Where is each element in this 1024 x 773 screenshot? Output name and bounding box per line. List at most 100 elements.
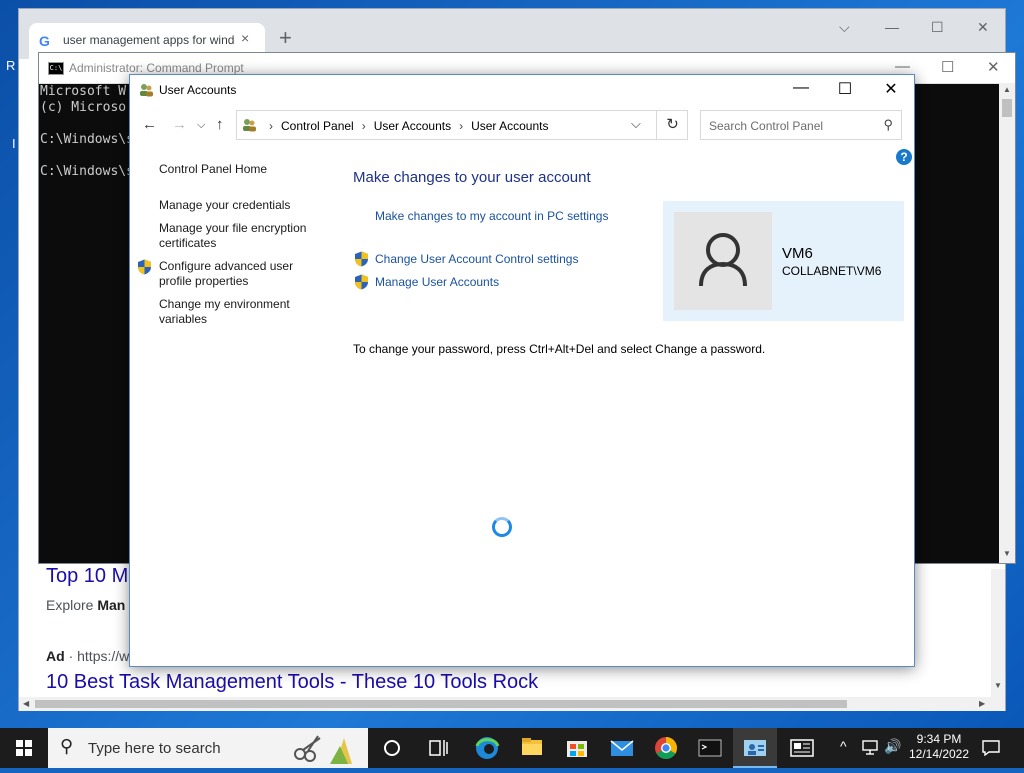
taskbar-command-prompt[interactable]: [688, 728, 732, 768]
ua-title-bar[interactable]: User Accounts — ☐ ✕: [130, 75, 914, 105]
sidebar-manage-credentials[interactable]: Manage your credentials: [159, 198, 290, 213]
ua-close-button[interactable]: ✕: [868, 79, 914, 99]
windows-logo-icon: [16, 740, 32, 756]
taskbar-mail[interactable]: [600, 728, 644, 768]
uac-shield-icon: [138, 259, 151, 275]
notification-icon[interactable]: [982, 740, 1000, 756]
folder-icon: [522, 738, 542, 755]
cmd-maximize-button[interactable]: ☐: [941, 58, 954, 76]
task-view-button[interactable]: [416, 728, 460, 768]
user-accounts-icon: [744, 740, 766, 756]
cmd-line-1: Microsoft W: [40, 84, 127, 99]
breadcrumb-separator: ›: [459, 119, 464, 133]
snippet-bold: Man: [97, 597, 126, 613]
taskbar-edge[interactable]: [465, 728, 509, 768]
search-input[interactable]: [707, 116, 877, 136]
taskbar: ⚲ Type here to search ^ 🔊 9:34 PM 12/14/…: [0, 728, 1024, 768]
taskbar-search-placeholder: Type here to search: [88, 740, 221, 757]
browser-maximize-button[interactable]: ☐: [931, 19, 944, 36]
sidebar-environment-variables-line-1: Change my environment: [159, 297, 290, 311]
scroll-left-arrow-icon[interactable]: ◀: [23, 699, 29, 708]
taskbar-chrome[interactable]: [644, 728, 688, 768]
search-result-title-2[interactable]: 10 Best Task Management Tools - These 10…: [46, 671, 538, 694]
sidebar-environment-variables[interactable]: Change my environment variables: [159, 297, 290, 327]
browser-minimize-button[interactable]: —: [885, 19, 899, 35]
sidebar-control-panel-home[interactable]: Control Panel Home: [159, 162, 267, 177]
breadcrumb-user-accounts-current[interactable]: User Accounts: [471, 119, 548, 133]
chrome-icon: [655, 737, 677, 759]
new-tab-button[interactable]: +: [279, 25, 292, 51]
ad-url[interactable]: https://w: [77, 648, 129, 664]
uac-shield-icon: [355, 274, 368, 290]
scroll-down-arrow-icon[interactable]: ▼: [994, 681, 1002, 690]
sidebar-advanced-profile-line-2: profile properties: [159, 274, 249, 288]
ad-label: Ad: [46, 648, 65, 664]
password-note: To change your password, press Ctrl+Alt+…: [353, 342, 766, 356]
sidebar-file-encryption[interactable]: Manage your file encryption certificates: [159, 221, 306, 251]
taskbar-store[interactable]: [555, 728, 599, 768]
address-bar[interactable]: › Control Panel › User Accounts › User Accoun…: [236, 110, 688, 140]
user-accounts-window: User Accounts — ☐ ✕ ← → ⌵ ↑ › Control Pan…: [129, 74, 915, 667]
breadcrumb-separator: ›: [269, 119, 273, 133]
ad-separator: ·: [68, 648, 74, 664]
taskbar-search-box[interactable]: ⚲ Type here to search: [48, 728, 368, 768]
start-button[interactable]: [0, 728, 48, 768]
uac-shield-icon: [355, 251, 368, 267]
recent-locations-chevron-icon[interactable]: ⌵: [197, 119, 205, 132]
sidebar-advanced-profile[interactable]: Configure advanced user profile propertie…: [159, 259, 293, 289]
mail-icon: [610, 740, 634, 756]
clock-date: 12/14/2022: [908, 747, 970, 761]
search-highlight-icon: [294, 735, 352, 764]
browser-vertical-scrollbar[interactable]: ▼: [991, 569, 1005, 697]
cmd-close-button[interactable]: ✕: [987, 58, 1000, 76]
store-icon: [567, 741, 587, 757]
news-icon: [790, 739, 814, 757]
ad-line: Ad · https://w: [46, 648, 129, 664]
address-dropdown-chevron-icon[interactable]: ⌵: [631, 116, 641, 132]
cmd-app-icon: C:\: [48, 62, 64, 75]
browser-close-button[interactable]: ✕: [977, 19, 989, 36]
taskbar-news[interactable]: [780, 728, 824, 768]
uac-settings-link[interactable]: Change User Account Control settings: [375, 252, 578, 266]
cmd-scrollbar[interactable]: ▲ ▼: [999, 83, 1015, 563]
tray-chevron-icon[interactable]: ^: [840, 738, 847, 754]
help-button[interactable]: ?: [896, 149, 912, 165]
breadcrumb-control-panel[interactable]: Control Panel: [281, 119, 354, 133]
cmd-line-2: (c) Microso: [40, 100, 127, 115]
search-box[interactable]: ⚲: [700, 110, 902, 140]
refresh-button[interactable]: ↻: [656, 110, 688, 140]
up-button[interactable]: ↑: [216, 116, 224, 133]
edge-icon: [475, 737, 500, 759]
browser-horizontal-scrollbar[interactable]: ◀ ▶: [19, 697, 1005, 711]
ua-minimize-button[interactable]: —: [778, 79, 824, 97]
manage-user-accounts-link[interactable]: Manage User Accounts: [375, 275, 499, 289]
taskbar-file-explorer[interactable]: [510, 728, 554, 768]
breadcrumb-user-accounts[interactable]: User Accounts: [374, 119, 451, 133]
tab-close-button[interactable]: ×: [241, 30, 249, 46]
pc-settings-link[interactable]: Make changes to my account in PC setting…: [375, 209, 608, 223]
page-title: Make changes to your user account: [353, 169, 591, 186]
user-accounts-icon: [140, 84, 153, 97]
scroll-down-arrow-icon[interactable]: ▼: [1003, 549, 1011, 558]
ua-maximize-button[interactable]: ☐: [822, 79, 868, 99]
scroll-right-arrow-icon[interactable]: ▶: [979, 699, 985, 708]
breadcrumb: › Control Panel › User Accounts › User Accoun…: [269, 119, 548, 133]
forward-button[interactable]: →: [172, 116, 187, 133]
cmd-minimize-button[interactable]: —: [895, 58, 910, 75]
scroll-up-arrow-icon[interactable]: ▲: [1003, 85, 1011, 94]
account-tile: VM6 COLLABNET\VM6: [663, 201, 904, 321]
taskbar-user-accounts[interactable]: [733, 728, 777, 768]
network-icon[interactable]: [862, 740, 880, 756]
volume-icon[interactable]: 🔊: [884, 738, 901, 755]
task-view-cortana-button[interactable]: [370, 728, 414, 768]
tab-search-chevron-icon[interactable]: ⌵: [839, 19, 850, 36]
account-domain: COLLABNET\VM6: [782, 264, 882, 278]
cmd-scroll-thumb[interactable]: [1002, 99, 1012, 117]
system-clock[interactable]: 9:34 PM 12/14/2022: [906, 732, 972, 762]
control-panel-icon: [243, 119, 256, 132]
back-button[interactable]: ←: [142, 116, 157, 133]
search-icon[interactable]: ⚲: [883, 117, 893, 133]
search-result-title-1[interactable]: Top 10 M: [46, 565, 128, 588]
browser-tab-title: user management apps for windows: [63, 33, 235, 47]
horizontal-scroll-thumb[interactable]: [35, 700, 847, 708]
